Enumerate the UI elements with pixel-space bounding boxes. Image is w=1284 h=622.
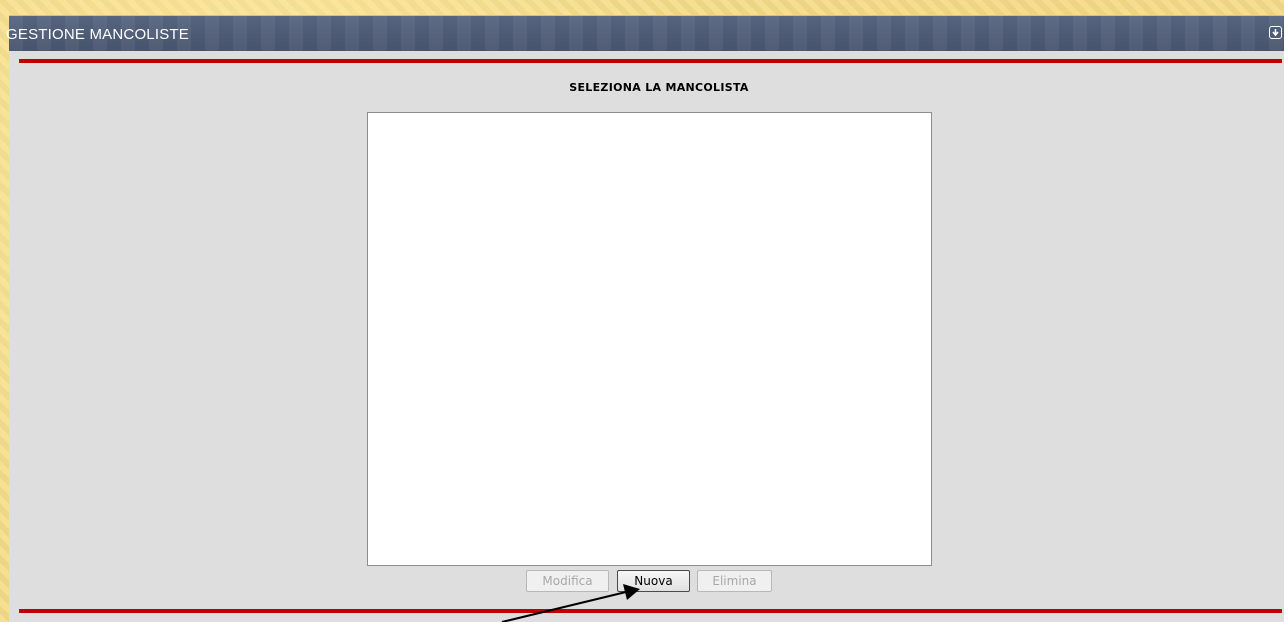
mancoliste-window: GESTIONE MANCOLISTE SELEZIONA LA MANCOLI…	[6, 15, 1284, 622]
top-divider	[19, 59, 1282, 63]
bottom-divider	[19, 609, 1282, 613]
elimina-button[interactable]: Elimina	[697, 570, 772, 592]
window-titlebar: GESTIONE MANCOLISTE	[6, 15, 1284, 51]
mancolista-listbox[interactable]	[367, 112, 932, 566]
nuova-button[interactable]: Nuova	[617, 570, 690, 592]
modifica-button[interactable]: Modifica	[526, 570, 609, 592]
section-title: SELEZIONA LA MANCOLISTA	[569, 81, 749, 94]
collapse-down-icon[interactable]	[1269, 26, 1282, 39]
window-title: GESTIONE MANCOLISTE	[6, 26, 189, 43]
